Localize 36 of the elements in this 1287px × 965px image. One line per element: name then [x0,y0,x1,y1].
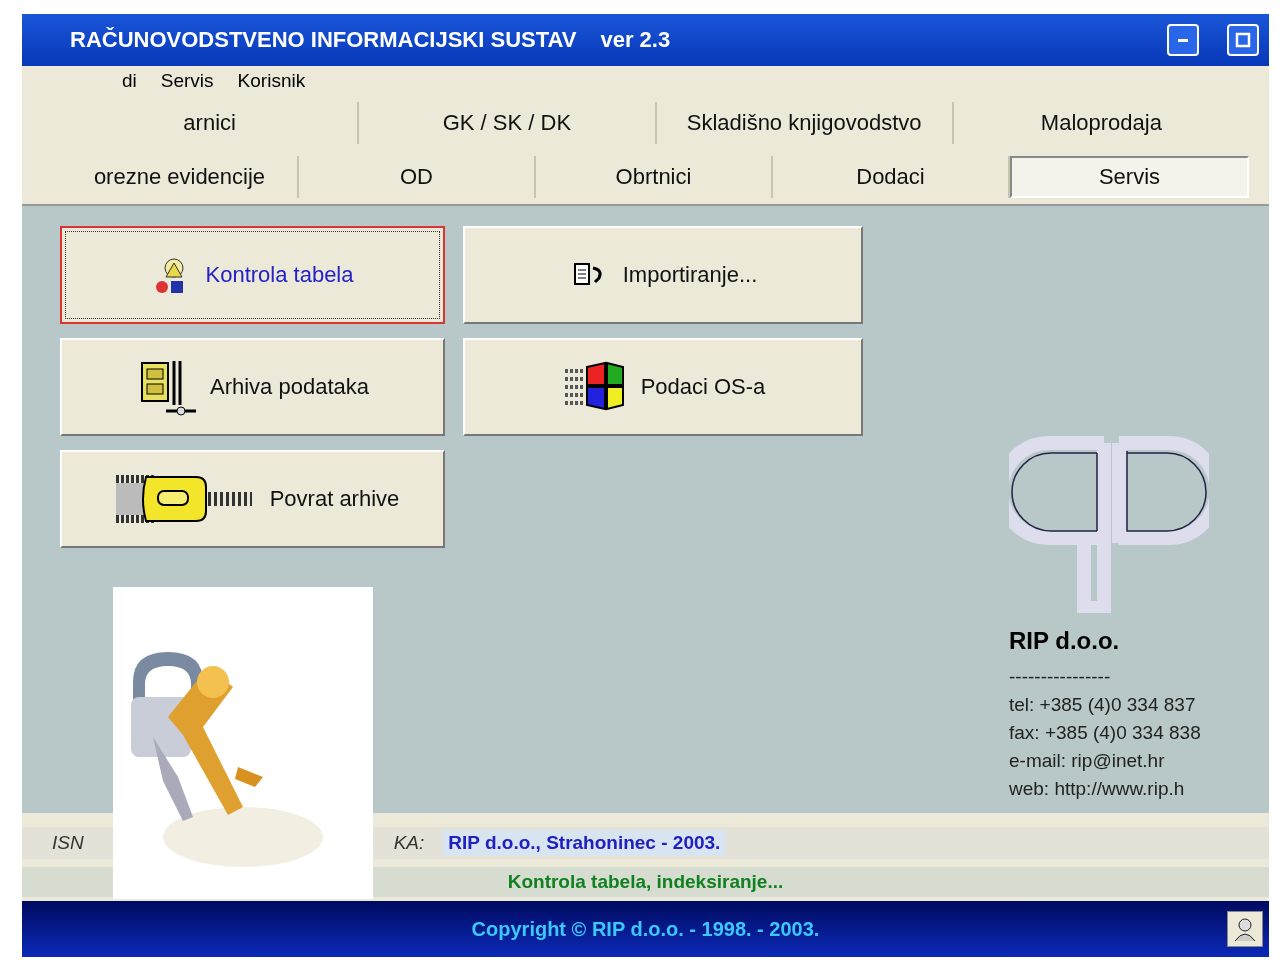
action-button[interactable]: Arhiva podataka [60,338,445,436]
tab[interactable]: arnici [62,102,360,144]
menu-item[interactable]: di [122,70,137,92]
status-label: ISN [52,832,84,854]
tab[interactable]: GK / SK / DK [359,102,657,144]
status-label: KA: [393,832,425,854]
minimize-icon [1178,38,1188,42]
menu-item[interactable]: Korisnik [237,70,306,92]
status-message: Kontrola tabela, indeksiranje... [507,871,784,893]
version-label: ver 2.3 [600,27,671,53]
contact-line: fax: +385 (4)0 334 838 [1009,721,1202,745]
status-value: RIP d.o.o., Strahoninec - 2003. [442,830,727,856]
contact-line: e-mail: rip@inet.hr [1009,749,1166,773]
action-button[interactable]: Importiranje... [463,226,863,324]
logo-icon [1009,433,1209,613]
tab[interactable]: Skladišno knjigovodstvo [656,102,954,144]
tab[interactable]: OD [299,156,536,198]
menu-item[interactable]: Servis [160,70,214,92]
window-title: RAČUNOVODSTVENO INFORMACIJSKI SUSTAV [70,27,577,53]
company-name: RIP d.o.o. [1009,627,1121,655]
tab[interactable]: Maloprodaja [953,102,1249,144]
minimize-button[interactable] [1167,24,1199,56]
person-icon [1232,916,1258,942]
maximize-icon [1233,30,1253,50]
tab[interactable]: Obrtnici [536,156,773,198]
action-button[interactable]: Podaci OS-a [463,338,863,436]
tab[interactable]: orezne evidencije [62,156,299,198]
user-button[interactable] [1227,911,1263,947]
action-button[interactable]: Kontrola tabela [60,226,445,324]
contact-line: tel: +385 (4)0 334 837 [1009,693,1197,717]
action-button[interactable]: Povrat arhive [60,450,445,548]
tab[interactable]: Servis [1010,156,1249,198]
separator-line: ---------------- [1009,665,1112,689]
contact-line: web: http://www.rip.h [1009,777,1186,801]
maximize-button[interactable] [1227,24,1259,56]
copyright-text: Copyright © RIP d.o.o. - 1998. - 2003. [471,917,820,941]
